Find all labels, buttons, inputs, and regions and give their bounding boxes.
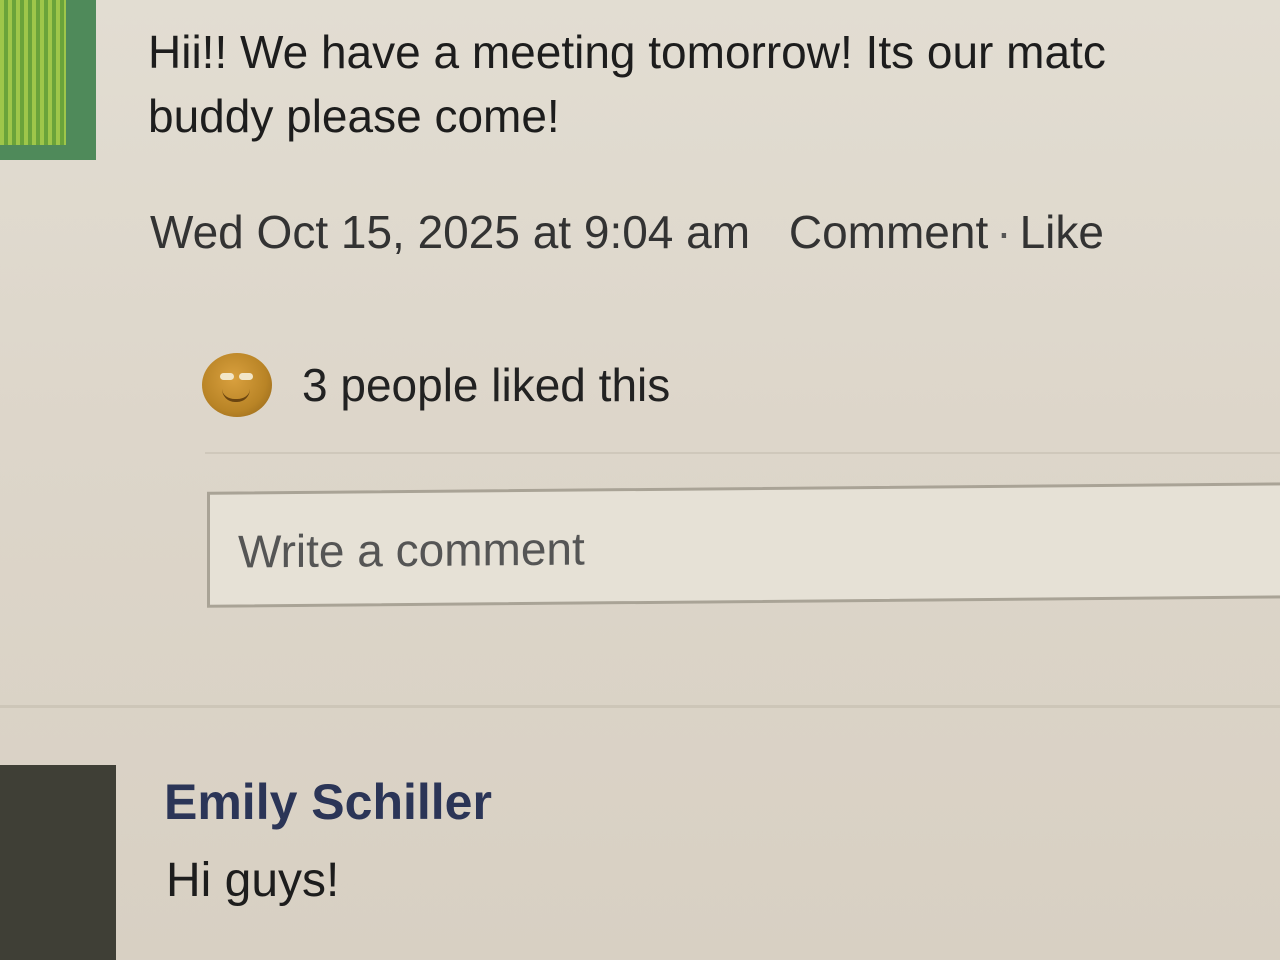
divider (205, 452, 1280, 454)
comment-input[interactable] (236, 511, 1240, 583)
post-text-line-2: buddy please come! (148, 90, 560, 142)
post-text: Hii!! We have a meeting tomorrow! Its ou… (148, 20, 1280, 148)
comment-link[interactable]: Comment (789, 206, 988, 258)
post-text-line-1: Hii!! We have a meeting tomorrow! Its ou… (148, 26, 1106, 78)
reply: Emily Schiller Hi guys! (0, 765, 1280, 960)
comment-box[interactable] (207, 482, 1280, 608)
post-timestamp: Wed Oct 15, 2025 at 9:04 am (150, 206, 751, 258)
avatar-image (0, 0, 66, 145)
avatar[interactable] (0, 765, 116, 960)
avatar[interactable] (0, 0, 96, 160)
like-link[interactable]: Like (1020, 206, 1104, 258)
smiley-emoji-icon (202, 353, 272, 417)
post: Hii!! We have a meeting tomorrow! Its ou… (0, 0, 1280, 720)
post-meta: Wed Oct 15, 2025 at 9:04 am Comment · Like (150, 200, 1104, 264)
section-divider (0, 705, 1280, 708)
likes-count-text: 3 people liked this (302, 359, 671, 411)
likes-summary[interactable]: 3 people liked this (202, 350, 670, 420)
reply-text: Hi guys! (166, 854, 340, 907)
reply-author-name[interactable]: Emily Schiller (164, 773, 492, 831)
action-separator: · (996, 206, 1012, 258)
